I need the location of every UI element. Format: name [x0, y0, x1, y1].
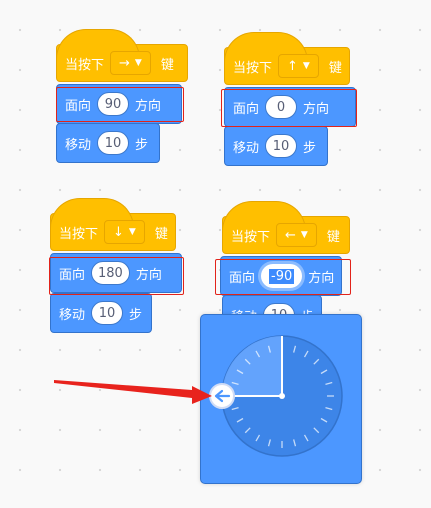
hat-suffix: 键 [326, 229, 340, 245]
hat-suffix: 键 [160, 57, 174, 73]
key-value: ← [285, 227, 296, 243]
hat-prefix: 当按下 [65, 57, 105, 73]
move-label: 移动 [65, 137, 92, 153]
key-value: → [119, 55, 130, 71]
when-key-pressed-block[interactable]: 当按下 ↑ ▼ 键 [224, 32, 350, 85]
key-dropdown[interactable]: ← ▼ [276, 223, 317, 247]
move-suffix: 步 [129, 307, 143, 323]
when-key-pressed-block[interactable]: 当按下 → ▼ 键 [56, 29, 188, 82]
highlight-box [215, 259, 351, 295]
chevron-down-icon: ▼ [302, 61, 310, 71]
hat-prefix: 当按下 [231, 229, 271, 245]
move-steps-block[interactable]: 移动 10 步 [224, 126, 328, 166]
chevron-down-icon: ▼ [300, 230, 308, 240]
move-steps-block[interactable]: 移动 10 步 [56, 123, 160, 163]
chevron-down-icon: ▼ [128, 227, 136, 237]
dial-center [279, 393, 285, 399]
when-key-pressed-block[interactable]: 当按下 ↓ ▼ 键 [50, 198, 176, 251]
move-steps-block[interactable]: 移动 10 步 [50, 293, 152, 333]
move-suffix: 步 [135, 137, 149, 153]
steps-input[interactable]: 10 [91, 301, 124, 325]
steps-input[interactable]: 10 [265, 134, 298, 158]
key-dropdown[interactable]: → ▼ [110, 51, 151, 75]
chevron-down-icon: ▼ [134, 58, 142, 68]
key-value: ↑ [287, 58, 298, 74]
highlight-box [221, 89, 357, 127]
key-dropdown[interactable]: ↓ ▼ [104, 220, 145, 244]
steps-input[interactable]: 10 [97, 131, 130, 155]
highlight-box [49, 257, 184, 295]
hat-suffix: 键 [328, 60, 342, 76]
key-value: ↓ [113, 224, 124, 240]
highlight-box [56, 87, 184, 122]
dial-handle[interactable] [209, 383, 235, 409]
direction-picker-popup [200, 314, 362, 484]
direction-dial [209, 335, 343, 457]
move-suffix: 步 [303, 140, 317, 156]
move-label: 移动 [59, 307, 86, 323]
move-label: 移动 [233, 140, 260, 156]
key-dropdown[interactable]: ↑ ▼ [278, 54, 319, 78]
hat-suffix: 键 [154, 226, 168, 242]
when-key-pressed-block[interactable]: 当按下 ← ▼ 键 [222, 201, 350, 254]
hat-prefix: 当按下 [233, 60, 273, 76]
hat-prefix: 当按下 [59, 226, 99, 242]
